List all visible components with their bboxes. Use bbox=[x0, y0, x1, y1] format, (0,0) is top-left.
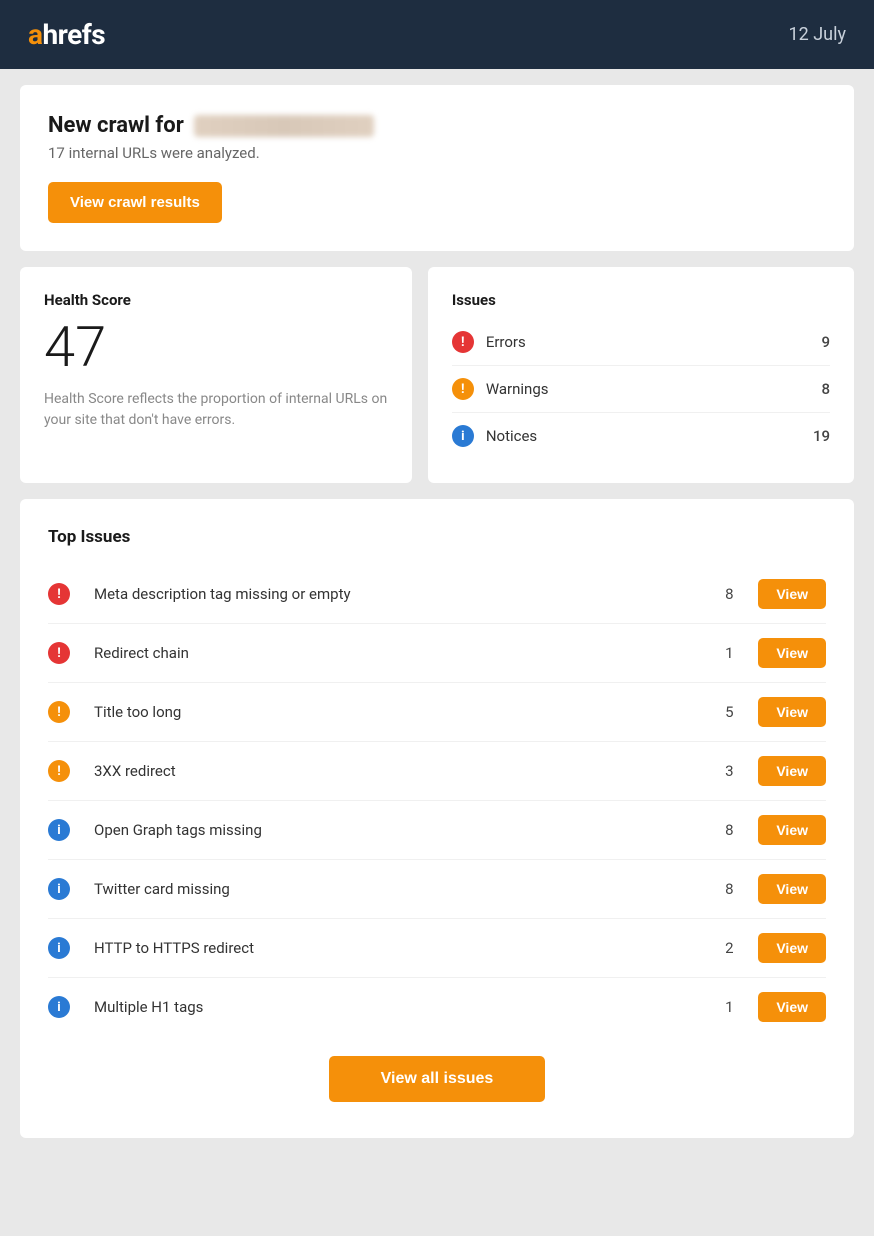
view-all-wrapper: View all issues bbox=[48, 1056, 826, 1102]
issue-type-icon: i bbox=[452, 425, 474, 447]
top-issues-title: Top Issues bbox=[48, 527, 826, 547]
top-issue-icon: ! bbox=[48, 642, 70, 664]
issue-type-count: 9 bbox=[821, 333, 830, 351]
top-issue-count: 8 bbox=[714, 880, 744, 898]
top-issues-card: Top Issues ! Meta description tag missin… bbox=[20, 499, 854, 1138]
health-score-number: 47 bbox=[44, 319, 388, 375]
top-issue-label: HTTP to HTTPS redirect bbox=[94, 939, 714, 957]
top-issue-count: 1 bbox=[714, 998, 744, 1016]
top-issue-icon: ! bbox=[48, 760, 70, 782]
view-crawl-button[interactable]: View crawl results bbox=[48, 182, 222, 223]
top-issue-icon: i bbox=[48, 819, 70, 841]
top-issue-label: Multiple H1 tags bbox=[94, 998, 714, 1016]
top-issue-label: Open Graph tags missing bbox=[94, 821, 714, 839]
top-issue-count: 8 bbox=[714, 585, 744, 603]
top-issue-icon: i bbox=[48, 996, 70, 1018]
top-issue-row: ! Redirect chain 1 View bbox=[48, 624, 826, 683]
view-issue-button[interactable]: View bbox=[758, 933, 826, 963]
view-issue-button[interactable]: View bbox=[758, 697, 826, 727]
blurred-url bbox=[194, 115, 374, 137]
top-issue-count: 5 bbox=[714, 703, 744, 721]
issues-label: Issues bbox=[452, 291, 830, 309]
issues-list: ! Errors 9 ! Warnings 8 i Notices 19 bbox=[452, 319, 830, 459]
view-issue-button[interactable]: View bbox=[758, 992, 826, 1022]
top-issue-icon: ! bbox=[48, 583, 70, 605]
header-date: 12 July bbox=[789, 24, 846, 45]
issues-summary-card: Issues ! Errors 9 ! Warnings 8 i Notices… bbox=[428, 267, 854, 483]
top-issue-label: Meta description tag missing or empty bbox=[94, 585, 714, 603]
view-issue-button[interactable]: View bbox=[758, 874, 826, 904]
new-crawl-card: New crawl for 17 internal URLs were anal… bbox=[20, 85, 854, 251]
top-issue-row: i Twitter card missing 8 View bbox=[48, 860, 826, 919]
logo-text: hrefs bbox=[42, 18, 105, 51]
top-issue-count: 1 bbox=[714, 644, 744, 662]
logo-a: a bbox=[28, 18, 42, 51]
health-score-card: Health Score 47 Health Score reflects th… bbox=[20, 267, 412, 483]
new-crawl-title: New crawl for bbox=[48, 113, 826, 138]
top-issue-icon: ! bbox=[48, 701, 70, 723]
top-issue-row: ! 3XX redirect 3 View bbox=[48, 742, 826, 801]
issue-type-icon: ! bbox=[452, 378, 474, 400]
issue-type-label: Notices bbox=[486, 427, 813, 445]
issue-type-label: Warnings bbox=[486, 380, 822, 398]
health-score-label: Health Score bbox=[44, 291, 388, 309]
top-issue-label: Redirect chain bbox=[94, 644, 714, 662]
new-crawl-label: New crawl for bbox=[48, 113, 184, 138]
logo: ahrefs bbox=[28, 18, 105, 51]
top-issue-count: 2 bbox=[714, 939, 744, 957]
issue-type-count: 8 bbox=[821, 380, 830, 398]
view-issue-button[interactable]: View bbox=[758, 579, 826, 609]
issue-summary-row: ! Errors 9 bbox=[452, 319, 830, 366]
app-header: ahrefs 12 July bbox=[0, 0, 874, 69]
issue-type-count: 19 bbox=[813, 427, 830, 445]
top-issue-row: ! Title too long 5 View bbox=[48, 683, 826, 742]
top-issue-icon: i bbox=[48, 937, 70, 959]
issue-type-icon: ! bbox=[452, 331, 474, 353]
issue-summary-row: ! Warnings 8 bbox=[452, 366, 830, 413]
top-issue-label: Title too long bbox=[94, 703, 714, 721]
top-issue-label: 3XX redirect bbox=[94, 762, 714, 780]
top-issue-row: i Open Graph tags missing 8 View bbox=[48, 801, 826, 860]
crawl-subtitle: 17 internal URLs were analyzed. bbox=[48, 144, 826, 162]
view-issue-button[interactable]: View bbox=[758, 638, 826, 668]
view-issue-button[interactable]: View bbox=[758, 815, 826, 845]
health-description: Health Score reflects the proportion of … bbox=[44, 389, 388, 431]
top-issue-row: i HTTP to HTTPS redirect 2 View bbox=[48, 919, 826, 978]
issue-summary-row: i Notices 19 bbox=[452, 413, 830, 459]
view-all-issues-button[interactable]: View all issues bbox=[329, 1056, 546, 1102]
top-issue-row: i Multiple H1 tags 1 View bbox=[48, 978, 826, 1036]
health-issues-row: Health Score 47 Health Score reflects th… bbox=[20, 267, 854, 483]
top-issue-label: Twitter card missing bbox=[94, 880, 714, 898]
view-issue-button[interactable]: View bbox=[758, 756, 826, 786]
top-issue-count: 3 bbox=[714, 762, 744, 780]
top-issues-list: ! Meta description tag missing or empty … bbox=[48, 565, 826, 1036]
issue-type-label: Errors bbox=[486, 333, 822, 351]
top-issue-row: ! Meta description tag missing or empty … bbox=[48, 565, 826, 624]
top-issue-icon: i bbox=[48, 878, 70, 900]
top-issue-count: 8 bbox=[714, 821, 744, 839]
